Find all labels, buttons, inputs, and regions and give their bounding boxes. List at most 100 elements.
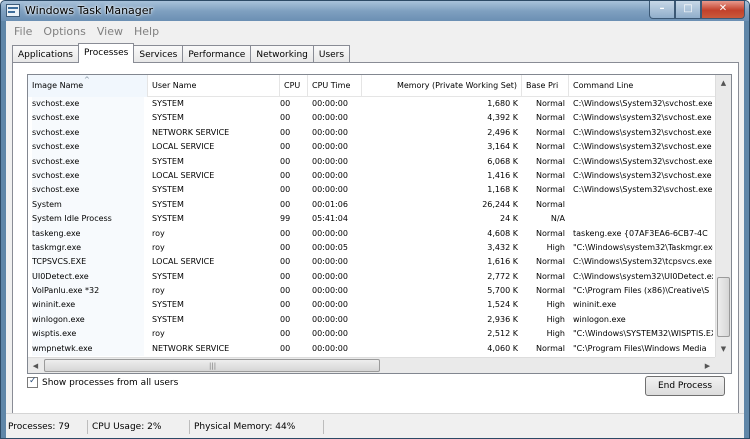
column-header-image-name[interactable]: ^ Image Name xyxy=(28,75,148,97)
tab-services[interactable]: Services xyxy=(133,45,184,63)
column-header-base-pri[interactable]: Base Pri xyxy=(522,75,569,97)
process-row[interactable]: TCPSVCS.EXE LOCAL SERVICE 00 00:00:00 1,616 … xyxy=(28,255,716,270)
cell-user-name: LOCAL SERVICE xyxy=(152,257,215,267)
cell-cpu-time: 00:00:00 xyxy=(312,156,348,166)
cell-user-name: SYSTEM xyxy=(152,314,184,324)
close-button[interactable]: ✕ xyxy=(701,1,745,19)
minimize-button[interactable]: – xyxy=(649,1,675,19)
column-header-command-line[interactable]: Command Line xyxy=(569,75,716,97)
menu-options[interactable]: Options xyxy=(39,25,89,38)
process-row[interactable]: wininit.exe SYSTEM 00 00:00:00 1,524 K High wi… xyxy=(28,298,716,313)
cell-base-pri: High xyxy=(546,300,565,310)
status-cpu-usage: CPU Usage: 2% xyxy=(92,420,190,434)
process-row[interactable]: taskmgr.exe roy 00 00:00:05 3,432 K High "C:\W… xyxy=(28,240,716,256)
column-header-memory[interactable]: Memory (Private Working Set) xyxy=(362,75,522,97)
process-row[interactable]: svchost.exe LOCAL SERVICE 00 00:00:00 1,416 … xyxy=(28,168,716,184)
scroll-down-icon[interactable]: ▼ xyxy=(716,341,731,357)
horizontal-scroll-thumb[interactable]: ||| xyxy=(44,359,380,372)
cell-image-name: svchost.exe xyxy=(32,111,144,126)
menu-file[interactable]: File xyxy=(10,25,36,38)
close-icon: ✕ xyxy=(718,3,728,14)
process-row[interactable]: VolPanlu.exe *32 roy 00 00:00:00 5,700 K Norm… xyxy=(28,284,716,299)
scroll-up-icon[interactable]: ▲ xyxy=(716,75,731,91)
vertical-scroll-thumb[interactable] xyxy=(717,277,730,337)
cell-image-name: UI0Detect.exe xyxy=(32,269,144,285)
show-all-users-option[interactable]: Show processes from all users xyxy=(27,376,178,388)
column-header-cpu-time[interactable]: CPU Time xyxy=(308,75,362,97)
status-physical-memory: Physical Memory: 44% xyxy=(194,420,324,434)
cell-command-line: winlogon.exe xyxy=(573,314,626,324)
process-row[interactable]: svchost.exe SYSTEM 00 00:00:00 1,168 K Normal… xyxy=(28,183,716,198)
show-all-users-checkbox[interactable] xyxy=(27,376,38,388)
scroll-right-icon[interactable]: ▶ xyxy=(700,358,715,373)
tab-applications[interactable]: Applications xyxy=(12,45,79,63)
client-area: File Options View Help Applications Proc… xyxy=(6,21,744,438)
cell-base-pri: Normal xyxy=(536,142,565,152)
scroll-left-icon[interactable]: ◀ xyxy=(28,358,43,373)
cell-command-line: taskeng.exe {07AF3EA6-6CB7-4C xyxy=(573,228,708,238)
cell-user-name: NETWORK SERVICE xyxy=(152,127,230,137)
cell-cpu-time: 00:00:00 xyxy=(312,185,348,195)
process-row[interactable]: svchost.exe SYSTEM 00 00:00:00 6,068 K Normal… xyxy=(28,154,716,169)
cell-command-line: "C:\Windows\system32\Taskmgr.exe" xyxy=(573,242,713,252)
sort-ascending-icon: ^ xyxy=(84,76,90,84)
cell-memory: 2,512 K xyxy=(487,329,518,339)
process-row[interactable]: wisptis.exe roy 00 00:00:00 2,512 K High "C:\W… xyxy=(28,327,716,342)
tab-performance[interactable]: Performance xyxy=(182,45,252,63)
cell-user-name: roy xyxy=(152,242,165,252)
tab-users[interactable]: Users xyxy=(312,45,351,63)
cell-base-pri: High xyxy=(546,329,565,339)
cell-image-name: taskeng.exe xyxy=(32,226,144,241)
process-row[interactable]: System Idle Process SYSTEM 99 05:41:04 24 K N… xyxy=(28,212,716,227)
process-row[interactable]: winlogon.exe SYSTEM 00 00:00:00 2,936 K High w… xyxy=(28,312,716,328)
process-row[interactable]: wmpnetwk.exe NETWORK SERVICE 00 00:00:00 4,0… xyxy=(28,341,716,357)
cell-command-line: "C:\Program Files\Windows Media xyxy=(573,343,707,353)
process-row[interactable]: svchost.exe LOCAL SERVICE 00 00:00:00 3,164 … xyxy=(28,140,716,155)
cell-memory: 1,680 K xyxy=(487,99,518,108)
tab-processes[interactable]: Processes xyxy=(77,43,135,63)
cell-cpu: 00 xyxy=(280,300,291,310)
cell-command-line: C:\Windows\system32\UI0Detect.exe xyxy=(573,271,713,281)
process-row[interactable]: taskeng.exe roy 00 00:00:00 4,608 K Normal tas… xyxy=(28,226,716,241)
cell-base-pri: Normal xyxy=(536,185,565,195)
process-rows: svchost.exe SYSTEM 00 00:00:00 1,680 K Normal… xyxy=(28,97,716,357)
tab-networking[interactable]: Networking xyxy=(250,45,314,63)
cell-command-line: C:\Windows\system32\svchost.exe xyxy=(573,170,712,180)
maximize-button[interactable]: □ xyxy=(675,1,701,19)
cell-command-line: C:\Windows\system32\svchost.exe xyxy=(573,142,712,152)
menu-view[interactable]: View xyxy=(93,25,127,38)
cell-command-line: "C:\Windows\SYSTEM32\WISPTIS.EXE" xyxy=(573,329,713,339)
cell-base-pri: Normal xyxy=(536,113,565,123)
cell-image-name: taskmgr.exe xyxy=(32,240,144,256)
process-row[interactable]: svchost.exe SYSTEM 00 00:00:00 1,680 K Normal… xyxy=(28,97,716,112)
cell-command-line: C:\Windows\System32\svchost.exe xyxy=(573,156,713,166)
cell-cpu-time: 00:00:00 xyxy=(312,170,348,180)
horizontal-scrollbar[interactable]: ◀ ||| ▶ xyxy=(28,357,716,373)
column-header-user-name[interactable]: User Name xyxy=(148,75,280,97)
cell-memory: 4,060 K xyxy=(487,343,518,353)
cell-image-name: wisptis.exe xyxy=(32,327,144,342)
cell-user-name: SYSTEM xyxy=(152,185,184,195)
cell-cpu: 00 xyxy=(280,271,291,281)
cell-cpu: 00 xyxy=(280,185,291,195)
end-process-button[interactable]: End Process xyxy=(645,376,725,396)
process-row[interactable]: System SYSTEM 00 00:01:06 26,244 K Normal xyxy=(28,197,716,213)
process-row[interactable]: svchost.exe NETWORK SERVICE 00 00:00:00 2,49… xyxy=(28,125,716,141)
cell-memory: 4,392 K xyxy=(487,113,518,123)
column-header-cpu[interactable]: CPU xyxy=(280,75,308,97)
cell-base-pri: Normal xyxy=(536,343,565,353)
vertical-scrollbar[interactable]: ▲ ▼ xyxy=(715,75,731,357)
menu-help[interactable]: Help xyxy=(130,25,163,38)
cell-image-name: svchost.exe xyxy=(32,183,144,198)
cell-base-pri: High xyxy=(546,242,565,252)
cell-cpu-time: 00:01:06 xyxy=(312,199,348,209)
cell-user-name: SYSTEM xyxy=(152,300,184,310)
cell-cpu-time: 00:00:00 xyxy=(312,113,348,123)
title-bar[interactable]: Windows Task Manager – □ ✕ xyxy=(1,1,749,21)
cell-image-name: VolPanlu.exe *32 xyxy=(32,284,144,299)
process-list[interactable]: ^ Image Name User Name CPU CPU Time Memo… xyxy=(27,74,732,374)
cell-memory: 2,772 K xyxy=(487,271,518,281)
status-bar: Processes: 79 CPU Usage: 2% Physical Mem… xyxy=(6,413,744,438)
process-row[interactable]: UI0Detect.exe SYSTEM 00 00:00:00 2,772 K Norm… xyxy=(28,269,716,285)
process-row[interactable]: svchost.exe SYSTEM 00 00:00:00 4,392 K Normal… xyxy=(28,111,716,126)
